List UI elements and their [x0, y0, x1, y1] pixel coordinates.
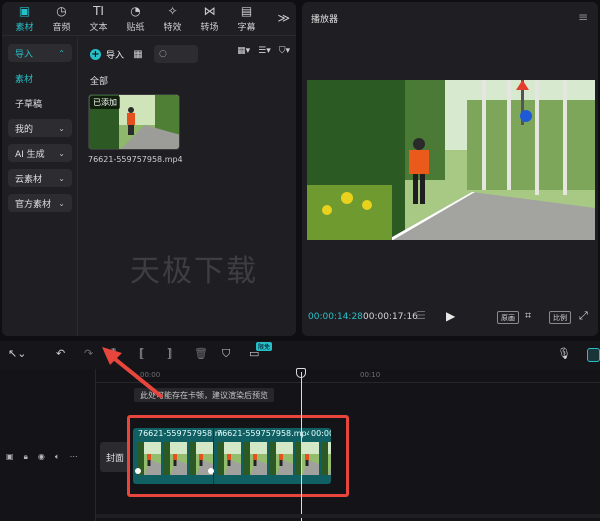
sidebar-item-ai-generate[interactable]: AI 生成 ⌄	[8, 144, 72, 162]
playhead[interactable]	[301, 372, 302, 521]
grid-view-icon[interactable]: ▦	[130, 46, 146, 62]
original-quality-button[interactable]: 原画	[497, 311, 519, 324]
ruler-label: 00:10	[360, 371, 381, 379]
timeline-scrollbar[interactable]	[96, 514, 600, 518]
sidebar-item-official[interactable]: 官方素材 ⌄	[8, 194, 72, 212]
media-sidebar: 导入 ⌃ 素材 子草稿 我的 ⌄ AI 生成 ⌄ 云素材 ⌄ 官方素材 ⌄	[2, 38, 78, 336]
text-icon: TI	[93, 3, 104, 18]
transition-icon: ⋈	[203, 3, 216, 18]
effect-icon: ✧	[167, 3, 178, 18]
sidebar-item-cloud[interactable]: 云素材 ⌄	[8, 169, 72, 187]
plus-icon: +	[90, 48, 101, 60]
total-time: 00:00:17:16	[363, 312, 418, 322]
media-item-thumbnail[interactable]: 已添加	[88, 94, 180, 150]
lock-icon[interactable]: 🔒︎	[24, 452, 28, 462]
aspect-ratio-button[interactable]: 比例	[549, 311, 571, 324]
highlight-box-annotation	[127, 415, 349, 497]
more-options-icon[interactable]: ⋯	[70, 452, 78, 462]
video-preview[interactable]	[307, 80, 595, 240]
tab-transition[interactable]: ⋈ 转场	[191, 2, 228, 36]
shield-icon[interactable]: ⛉	[222, 347, 230, 361]
video-frame-image	[307, 80, 595, 240]
all-section-label: 全部	[90, 77, 109, 87]
chevron-up-icon: ⌃	[58, 48, 65, 58]
search-input[interactable]: ○	[154, 45, 199, 63]
added-badge: 已添加	[90, 96, 120, 109]
menu-icon[interactable]: ≡	[578, 10, 588, 24]
focus-frame-icon[interactable]: ⌗	[525, 309, 531, 323]
sort-icon[interactable]: ☰▾	[258, 46, 271, 56]
sidebar-item-mine[interactable]: 我的 ⌄	[8, 119, 72, 137]
import-button[interactable]: + 导入	[84, 44, 130, 64]
delete-icon[interactable]: 🗑	[194, 347, 208, 360]
play-icon[interactable]: ▶	[446, 309, 455, 323]
filter-icon[interactable]: ⛉▾	[279, 46, 290, 56]
media-toolbar: + 导入 ▦ ○ ▦▾ ☰▾ ⛉▾	[84, 42, 294, 66]
subtitle-icon: ▤	[240, 3, 253, 18]
red-arrow-annotation	[102, 347, 164, 399]
tab-text[interactable]: TI 文本	[80, 2, 117, 36]
chevron-down-icon: ⌄	[58, 148, 65, 158]
tab-sticker[interactable]: ◔ 贴纸	[117, 2, 154, 36]
undo-icon[interactable]: ↶	[56, 347, 65, 360]
watermark-text: 天极下载	[130, 254, 258, 289]
microphone-icon[interactable]: 🎙	[557, 347, 571, 360]
view-mode-icon[interactable]: ▦▾	[237, 46, 250, 56]
track-controls: ▣ 🔒︎ ◉ 🔈︎ ⋯	[6, 452, 78, 462]
tab-subtitle[interactable]: ▤ 字幕	[228, 2, 265, 36]
sidebar-item-media[interactable]: 素材	[8, 69, 72, 87]
sticker-icon: ◔	[130, 3, 141, 18]
more-tabs-button[interactable]: ≫	[277, 11, 290, 25]
track-header-column	[0, 369, 96, 521]
speaker-icon[interactable]: 🔈︎	[55, 452, 60, 462]
track-thumbnail-toggle-icon[interactable]: ▣	[6, 452, 14, 462]
media-item-filename: 76621-559757958.mp4	[88, 155, 183, 164]
cover-button[interactable]: 封面	[100, 442, 130, 472]
sidebar-item-import[interactable]: 导入 ⌃	[8, 44, 72, 62]
main-track-toggle[interactable]	[587, 348, 600, 362]
time-ruler[interactable]	[96, 369, 600, 383]
search-icon: ○	[159, 49, 167, 59]
player-panel: 播放器 ≡ 00:00:14:28 00:00:17:16 ☰ ▶ 原画 ⌗ 比…	[302, 2, 598, 336]
category-toolbar: ▣ 素材 ◷ 音频 TI 文本 ◔ 贴纸 ✧ 特效 ⋈ 转场 ▤ 字幕 ≫	[2, 2, 296, 36]
media-icon: ▣	[18, 3, 31, 18]
tab-media[interactable]: ▣ 素材	[6, 2, 43, 36]
select-tool-icon[interactable]: ↖⌄	[8, 347, 26, 360]
chapter-list-icon[interactable]: ☰	[416, 309, 426, 322]
sidebar-item-subdraft[interactable]: 子草稿	[8, 94, 72, 112]
tab-effect[interactable]: ✧ 特效	[154, 2, 191, 36]
redo-icon[interactable]: ↷	[84, 347, 93, 360]
chevron-down-icon: ⌄	[58, 173, 65, 183]
chevron-down-icon: ⌄	[58, 198, 65, 208]
audio-icon: ◷	[56, 3, 67, 18]
free-badge: 限免	[256, 342, 273, 351]
player-title: 播放器	[311, 15, 339, 25]
chevron-down-icon: ⌄	[58, 123, 65, 133]
fullscreen-icon[interactable]: ⤢	[579, 309, 588, 323]
media-panel: ▣ 素材 ◷ 音频 TI 文本 ◔ 贴纸 ✧ 特效 ⋈ 转场 ▤ 字幕 ≫ 导入…	[2, 2, 296, 336]
tab-audio[interactable]: ◷ 音频	[43, 2, 80, 36]
eye-icon[interactable]: ◉	[38, 452, 45, 462]
current-time: 00:00:14:28	[308, 312, 363, 322]
